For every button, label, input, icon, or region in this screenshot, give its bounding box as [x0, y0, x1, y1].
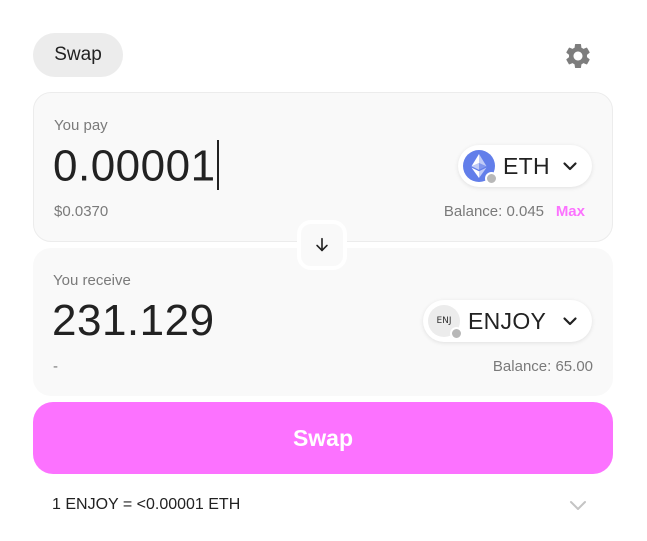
chain-badge-icon [485, 172, 498, 185]
max-button[interactable]: Max [556, 203, 585, 220]
text-cursor [216, 140, 219, 190]
pay-usd-value: $0.0370 [54, 203, 109, 220]
gear-icon[interactable] [563, 41, 593, 71]
receive-panel: You receive 231.129 ENJ ENJOY - Balance:… [33, 248, 613, 396]
receive-token-selector[interactable]: ENJ ENJOY [423, 300, 592, 342]
swap-widget: Swap You pay 0.00001 ETH $0.0370 Balance… [0, 0, 647, 541]
chevron-down-icon [563, 162, 577, 171]
chain-badge-icon [450, 327, 463, 340]
switch-tokens-button[interactable] [297, 220, 347, 270]
swap-tab[interactable]: Swap [33, 33, 123, 77]
pay-amount-input[interactable]: 0.00001 [53, 140, 219, 194]
receive-label: You receive [53, 272, 131, 289]
arrow-down-icon [316, 237, 328, 252]
receive-usd-value: - [53, 358, 58, 375]
swap-button[interactable]: Swap [33, 402, 613, 474]
exchange-rate-text: 1 ENJOY = <0.00001 ETH [52, 496, 241, 513]
exchange-rate-row[interactable]: 1 ENJOY = <0.00001 ETH [33, 486, 613, 522]
pay-token-symbol: ETH [503, 152, 550, 179]
pay-label: You pay [54, 117, 108, 134]
receive-token-symbol: ENJOY [468, 307, 547, 334]
chevron-down-icon [570, 501, 586, 510]
pay-token-selector[interactable]: ETH [458, 145, 592, 187]
ethereum-logo-icon [463, 150, 498, 185]
receive-balance: Balance: 65.00 [492, 358, 593, 375]
enjoy-token-logo-icon: ENJ [428, 305, 463, 340]
pay-amount-value: 0.00001 [53, 141, 216, 191]
chevron-down-icon [563, 317, 577, 326]
receive-amount-input[interactable]: 231.129 [52, 299, 215, 343]
pay-balance: Balance: 0.045 [443, 203, 544, 220]
enjoy-logo-text: ENJ [436, 316, 452, 326]
